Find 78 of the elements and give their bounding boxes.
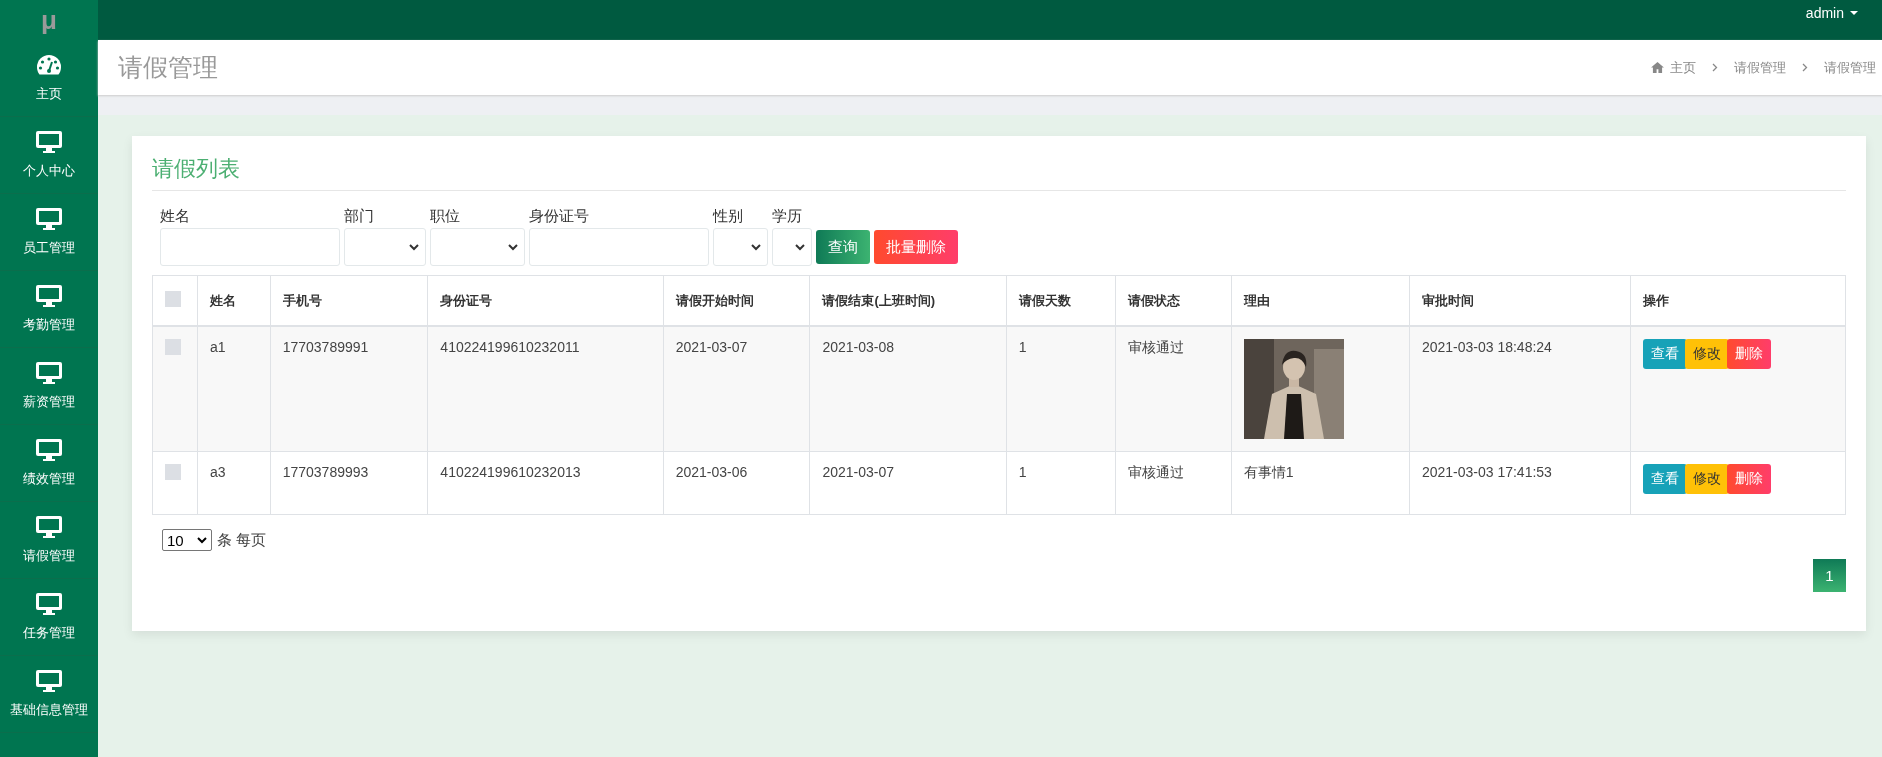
column-header: 操作 [1642, 292, 1669, 308]
edit-button[interactable]: 修改 [1684, 464, 1729, 494]
dropdown-field[interactable] [430, 228, 525, 266]
input-field[interactable] [529, 228, 709, 266]
table-cell: 1 [1018, 464, 1027, 480]
delete-button[interactable]: 删除 [1726, 339, 1771, 369]
table-cell: 2021-03-06 [675, 464, 748, 480]
chevron-icon [751, 243, 761, 251]
monitor-icon [35, 592, 63, 616]
column-header: 请假结束(上班时间) [822, 292, 936, 308]
breadcrumb-link[interactable]: 请假管理 [1734, 58, 1786, 77]
monitor-icon [35, 515, 63, 539]
field-label: 学历 [772, 207, 803, 226]
field-label: 性别 [713, 207, 744, 226]
dropdown-field[interactable] [713, 228, 768, 266]
column-header: 身份证号 [440, 292, 493, 308]
monitor-icon [35, 669, 63, 693]
chevron-icon [508, 243, 518, 251]
table-cell: a1 [210, 339, 226, 355]
dropdown-field[interactable] [772, 228, 812, 266]
column-header: 请假天数 [1018, 292, 1071, 308]
chevron-icon [409, 243, 419, 251]
column-header: 审批时间 [1421, 292, 1474, 308]
table-cell: 2021-03-03 18:48:24 [1421, 339, 1552, 355]
page-size-label: 条 每页 [217, 530, 267, 550]
table-cell: a3 [210, 464, 226, 480]
column-header: 请假开始时间 [675, 292, 754, 308]
column-header: 理由 [1243, 292, 1270, 308]
chevron-icon [1712, 63, 1718, 72]
column-header: 请假状态 [1128, 292, 1181, 308]
user-menu[interactable]: admin [1805, 0, 1882, 22]
table-cell: 有事情1 [1243, 464, 1294, 480]
field-label: 职位 [430, 207, 461, 226]
table-cell: 410224199610232013 [440, 464, 581, 480]
dropdown-field[interactable] [344, 228, 426, 266]
logo: μ [41, 7, 57, 33]
batch-delete-button[interactable]: 批量删除 [874, 230, 958, 264]
chevron-icon [795, 243, 805, 251]
monitor-icon [35, 207, 63, 231]
field-label: 部门 [344, 207, 375, 226]
table-cell: 2021-03-07 [675, 339, 748, 355]
breadcrumb-link[interactable]: 主页 [1670, 58, 1696, 77]
delete-button[interactable]: 删除 [1726, 464, 1771, 494]
page-size-select[interactable]: 10 [162, 529, 212, 551]
caret-icon [1850, 11, 1858, 15]
card-title: 请假列表 [152, 154, 1846, 191]
monitor-icon [35, 438, 63, 462]
chevron-icon [1802, 63, 1808, 72]
monitor-icon [35, 284, 63, 308]
column-header: 手机号 [282, 292, 322, 308]
page-button[interactable]: 1 [1813, 559, 1846, 592]
table-cell: 审核通过 [1128, 339, 1185, 355]
dashboard-icon [35, 53, 63, 77]
checkbox[interactable] [165, 291, 181, 307]
home-icon [1651, 62, 1664, 73]
search-button[interactable]: 查询 [816, 230, 870, 264]
input-field[interactable] [160, 228, 340, 266]
breadcrumb-link[interactable]: 请假管理 [1824, 58, 1876, 77]
table-cell: 2021-03-08 [822, 339, 895, 355]
checkbox[interactable] [165, 339, 181, 355]
table-cell: 2021-03-07 [822, 464, 895, 480]
field-label: 身份证号 [529, 207, 590, 226]
table-cell: 410224199610232011 [440, 339, 580, 355]
field-label: 姓名 [160, 207, 191, 226]
checkbox[interactable] [165, 464, 181, 480]
monitor-icon [35, 361, 63, 385]
page-title: 请假管理 [118, 52, 218, 83]
monitor-icon [35, 130, 63, 154]
table-cell: 1 [1018, 339, 1027, 355]
table-cell: 2021-03-03 17:41:53 [1421, 464, 1552, 480]
edit-button[interactable]: 修改 [1684, 339, 1729, 369]
table-cell: 审核通过 [1128, 464, 1185, 480]
table-cell: 17703789991 [282, 339, 369, 355]
view-button[interactable]: 查看 [1642, 464, 1687, 494]
column-header: 姓名 [210, 292, 236, 308]
table-cell: 17703789993 [282, 464, 369, 480]
view-button[interactable]: 查看 [1642, 339, 1687, 369]
chevron-icon [197, 536, 207, 544]
